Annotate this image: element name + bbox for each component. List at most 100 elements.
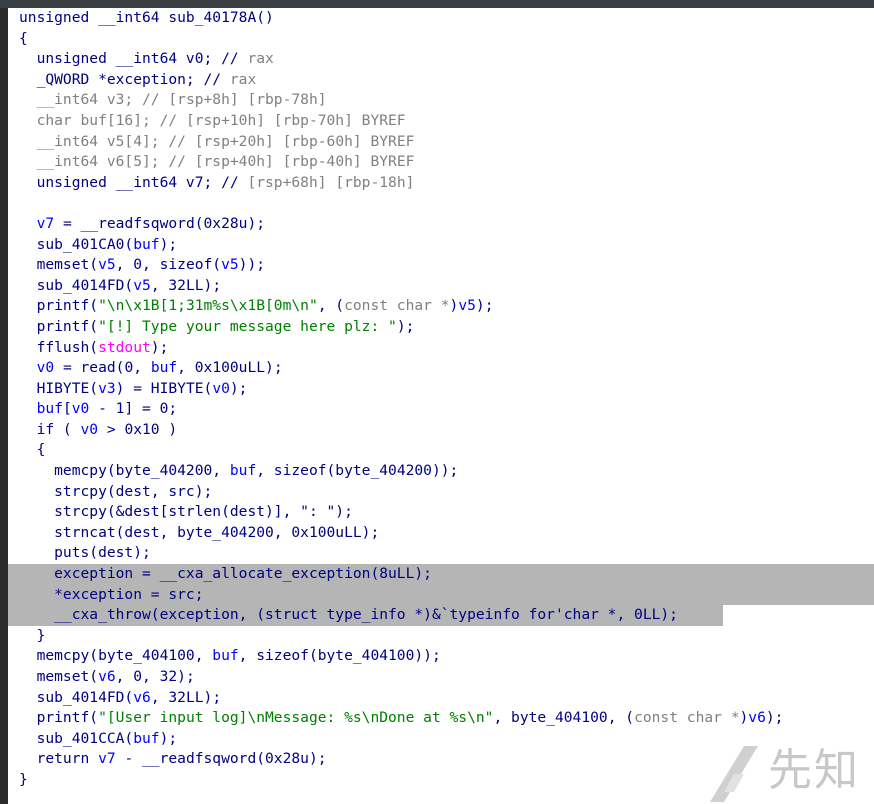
code-line[interactable]: __cxa_throw(exception, (struct type_info… [8,605,874,626]
code-token: } [19,770,28,788]
code-line[interactable]: sub_4014FD(v5, 32LL); [8,276,874,297]
code-token: strcpy(&dest[strlen(dest)], ": "); [19,503,353,521]
code-token: v3 [98,379,116,397]
code-token: _QWORD *exception; // [19,70,230,88]
code-line[interactable]: *exception = src; [8,584,874,606]
code-token: fflush( [19,338,99,356]
code-token: , byte_404100, ( [493,709,635,727]
code-token: memset( [19,668,99,685]
code-line[interactable]: strncat(dest, byte_404200, 0x100uLL); [8,523,874,544]
pseudocode-view[interactable]: unsigned __int64 sub_40178A() { unsigned … [8,8,874,804]
code-token: = __readfsqword(0x28u); [54,214,266,232]
code-line[interactable]: sub_401CA0(buf); [8,235,874,256]
code-line[interactable]: printf("\n\x1B[1;31m%s\x1B[0m\n", (const… [8,296,874,317]
code-token: , sizeof(byte_404200)); [256,462,459,480]
code-line[interactable]: unsigned __int64 v7; // [rsp+68h] [rbp-1… [8,173,874,194]
code-token: { [19,441,46,459]
code-line[interactable]: puts(dest); [8,543,874,564]
code-token: __int64 v5[4]; // [19,132,195,150]
code-line[interactable]: __int64 v3; // [rsp+8h] [rbp-78h] [8,90,874,111]
code-token: "[!] Type your message here plz: " [98,317,397,335]
code-token: buf [19,400,63,418]
code-token: v5 [133,276,151,294]
window-top-border [0,0,874,8]
code-line[interactable]: { [8,29,874,50]
code-token: ); [159,235,178,253]
code-token: buf [150,359,178,377]
code-line[interactable]: char buf[16]; // [rsp+10h] [rbp-70h] BYR… [8,111,874,132]
code-token: v5 [221,256,239,274]
code-token: buf [212,647,239,665]
code-line[interactable]: unsigned __int64 v0; // rax [8,49,874,70]
code-token: ); [475,297,494,315]
code-token: ) [449,297,459,315]
code-line[interactable]: memcpy(byte_404100, buf, sizeof(byte_404… [8,646,874,667]
code-line[interactable]: __int64 v5[4]; // [rsp+20h] [rbp-60h] BY… [8,132,874,153]
code-token: unsigned __int64 v7; // [19,173,248,191]
code-line[interactable]: sub_4014FD(v6, 32LL); [8,688,874,709]
code-token: buf [229,462,257,480]
code-token: "[User input log]\nMessage: %s\nDone at … [98,709,494,727]
code-line[interactable]: memset(v5, 0, sizeof(v5)); [8,255,874,276]
code-token: exception = __cxa_allocate_exception(8uL… [19,565,432,583]
code-token: ) [739,709,749,727]
code-listing[interactable]: unsigned __int64 sub_40178A() { unsigned … [8,8,874,791]
code-token: ); [396,317,415,335]
code-token: [rsp+20h] [rbp-60h] BYREF [194,132,415,150]
code-token: = read(0, [54,359,151,377]
code-token: )); [238,256,266,274]
code-line[interactable]: strcpy(&dest[strlen(dest)], ": "); [8,502,874,523]
code-token: strcpy(dest, src); [19,482,213,500]
code-token: rax [247,50,274,68]
code-token: sub_4014FD( [19,688,134,706]
code-token: v5 [98,256,116,274]
code-token: v6 [98,668,116,685]
code-token: ); [150,338,169,356]
code-token: __cxa_throw(exception, (struct type_info… [19,606,678,624]
code-line[interactable]: memcpy(byte_404200, buf, sizeof(byte_404… [8,461,874,482]
code-token: return [19,750,99,768]
code-line[interactable]: } [8,626,874,647]
code-line[interactable]: printf("[!] Type your message here plz: … [8,317,874,338]
code-token: ); [229,379,248,397]
code-line[interactable]: fflush(stdout); [8,338,874,359]
code-line[interactable] [8,193,874,214]
code-line[interactable]: __int64 v6[5]; // [rsp+40h] [rbp-40h] BY… [8,152,874,173]
code-token: , 0x100uLL); [177,359,283,377]
code-line[interactable]: { [8,440,874,461]
code-token: puts(dest); [19,544,151,562]
window-left-border [0,8,8,804]
code-token: memset( [19,256,99,274]
code-token: v5 [458,297,476,315]
code-line[interactable]: buf[v0 - 1] = 0; [8,399,874,420]
code-token: rax [229,70,257,88]
code-token: [rsp+10h] [rbp-70h] BYREF [185,111,406,129]
code-token: "\n\x1B[1;31m%s\x1B[0m\n" [98,297,318,315]
code-token: printf( [19,297,99,315]
code-line[interactable]: _QWORD *exception; // rax [8,70,874,91]
code-line[interactable]: exception = __cxa_allocate_exception(8uL… [8,564,874,585]
code-line[interactable]: printf("[User input log]\nMessage: %s\nD… [8,708,874,729]
code-token: v0 [71,400,90,418]
code-token: ); [765,709,784,727]
code-token: , 0, sizeof( [115,256,222,274]
code-line[interactable]: v0 = read(0, buf, 0x100uLL); [8,358,874,379]
code-line[interactable]: v7 = __readfsqword(0x28u); [8,214,874,235]
code-line[interactable]: memset(v6, 0, 32); [8,667,874,688]
code-token: v6 [133,688,151,706]
code-token: printf( [19,709,99,727]
code-token: __int64 v6[5]; // [19,153,195,171]
code-token: , 32LL); [150,688,222,706]
code-token: strncat(dest, byte_404200, 0x100uLL); [19,523,380,541]
code-token: , ( [317,297,345,315]
code-token: } [19,626,46,644]
code-token: buf [133,235,160,253]
code-line[interactable]: unsigned __int64 sub_40178A() [8,8,874,29]
code-line[interactable]: if ( v0 > 0x10 ) [8,420,874,441]
code-token: v7 [19,214,55,232]
code-token: , sizeof(byte_404100)); [238,647,441,665]
code-line[interactable]: strcpy(dest, src); [8,482,874,503]
code-token: unsigned __int64 sub_40178A() [19,9,274,26]
code-token: sub_401CA0( [19,235,134,253]
code-line[interactable]: HIBYTE(v3) = HIBYTE(v0); [8,379,874,400]
